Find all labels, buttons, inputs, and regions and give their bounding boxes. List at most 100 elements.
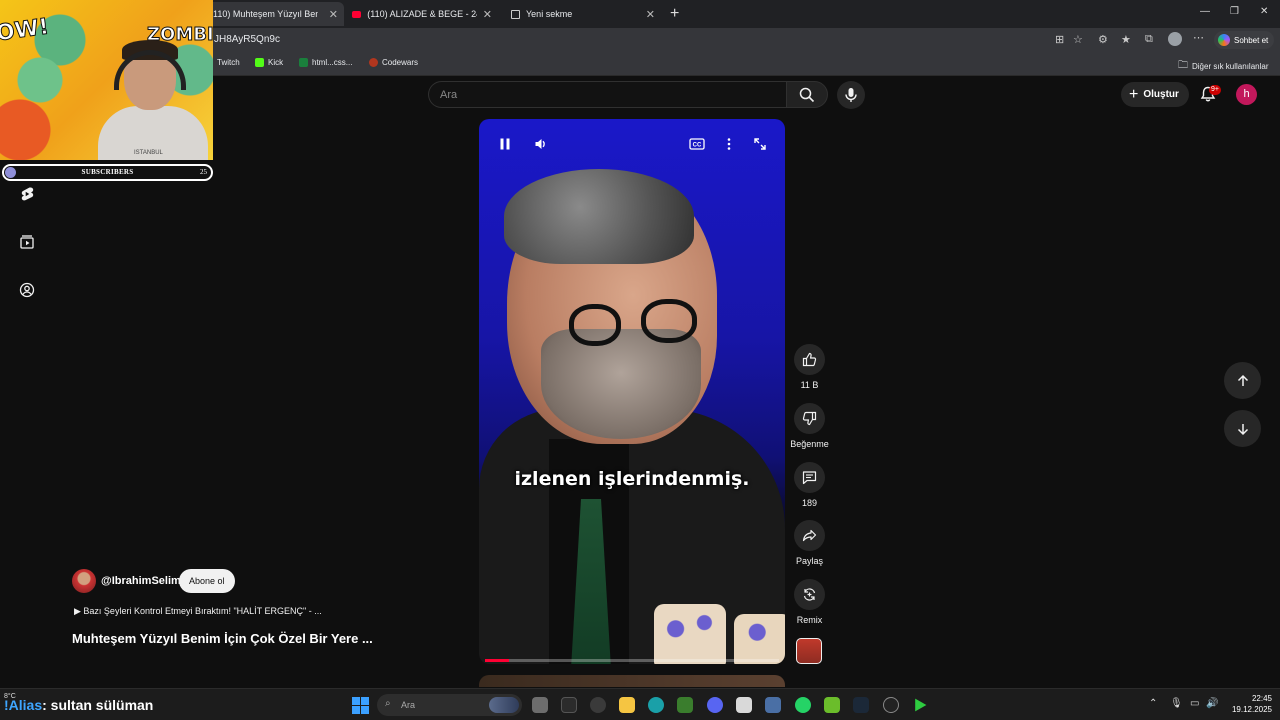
more-options-icon[interactable] — [724, 137, 734, 151]
closed-captions-icon[interactable]: CC — [689, 137, 705, 151]
microphone-tray-icon[interactable]: 🎙 — [1170, 698, 1183, 709]
arrow-down-icon — [1237, 423, 1248, 435]
short-title[interactable]: Muhteşem Yüzyıl Benim İçin Çok Özel Bir … — [72, 631, 373, 646]
clock-date: 19.12.2025 — [1231, 705, 1272, 714]
favorites-icon[interactable]: ★ — [1121, 33, 1131, 46]
next-short-preview[interactable] — [479, 675, 785, 687]
whatsapp-icon[interactable] — [795, 697, 811, 713]
fullscreen-icon[interactable] — [753, 137, 767, 151]
channel-name[interactable]: @IbrahimSelim — [101, 575, 181, 587]
shorts-icon[interactable] — [19, 186, 35, 202]
steam-icon[interactable] — [853, 697, 869, 713]
nvidia-icon[interactable] — [677, 697, 693, 713]
obs-icon[interactable] — [883, 697, 899, 713]
bookmark-codewars[interactable]: Codewars — [369, 58, 418, 67]
video-progress-bar[interactable] — [485, 659, 779, 662]
remix-icon — [803, 588, 816, 601]
snipping-tool-icon[interactable] — [736, 697, 752, 713]
bookmark-kick[interactable]: Kick — [255, 58, 283, 67]
stream-alias-text: !Alias: sultan sülüman — [4, 697, 153, 713]
next-short-button[interactable] — [1224, 410, 1261, 447]
other-bookmarks[interactable]: 🗀 Diğer sık kullanılanlar — [1178, 58, 1268, 75]
tab-alizade[interactable]: (110) ALIZADE & BEGE - 24/7 (Offi ✕ — [346, 2, 498, 26]
bookmark-label: Twitch — [217, 58, 240, 67]
vscode-icon[interactable] — [765, 697, 781, 713]
app-green-icon[interactable] — [824, 697, 840, 713]
comments-button[interactable] — [794, 462, 825, 493]
remix-action[interactable]: Remix — [793, 579, 826, 625]
close-tab-icon[interactable]: ✕ — [483, 8, 492, 21]
more-menu-icon[interactable]: ⋯ — [1193, 31, 1204, 44]
search-button[interactable] — [786, 81, 828, 108]
minimize-icon[interactable]: — — [1200, 6, 1210, 17]
close-tab-icon[interactable]: ✕ — [329, 8, 338, 21]
shorts-video-player[interactable]: izlenen işlerindenmiş. CC — [479, 119, 785, 664]
account-avatar[interactable]: h — [1236, 84, 1257, 105]
subscriptions-icon[interactable] — [19, 234, 35, 250]
app-icon[interactable] — [561, 697, 577, 713]
dislike-button[interactable] — [794, 403, 825, 434]
page-icon — [511, 9, 520, 19]
new-tab-icon[interactable]: + — [670, 5, 679, 23]
copilot-chat-button[interactable]: Sohbet et — [1214, 31, 1275, 49]
comment-count: 189 — [801, 498, 818, 508]
comments-action[interactable]: 189 — [793, 462, 826, 508]
create-button[interactable]: + Oluştur — [1121, 82, 1189, 107]
comment-icon — [802, 471, 817, 485]
sound-source-thumbnail[interactable] — [796, 638, 822, 664]
restore-icon[interactable]: ❐ — [1230, 6, 1239, 17]
url-field[interactable]: JH8AyR5Qn9c — [214, 34, 280, 45]
dislike-action[interactable]: Beğenme — [790, 403, 829, 449]
tab-muhtesem[interactable]: (110) Muhteşem Yüzyıl Benim ✕ — [204, 2, 344, 26]
alias-prefix: !Alias — [4, 697, 43, 713]
edge-icon[interactable] — [648, 697, 664, 713]
profile-icon[interactable] — [1168, 32, 1182, 46]
previous-short-button[interactable] — [1224, 362, 1261, 399]
tray-expand-icon[interactable]: ⌃ — [1149, 698, 1157, 709]
close-window-icon[interactable]: ✕ — [1260, 6, 1268, 17]
subscribe-button[interactable]: Abone ol — [179, 569, 235, 593]
voice-search-button[interactable] — [837, 81, 865, 109]
split-screen-icon[interactable]: ⊞ — [1055, 33, 1064, 46]
like-count: 11 B — [800, 380, 819, 390]
start-menu-icon[interactable] — [352, 697, 369, 714]
video-person-glasses-left — [569, 304, 621, 346]
speaker-icon[interactable]: 🔊 — [1206, 698, 1218, 709]
related-video-link[interactable]: ▶ Bazı Şeyleri Kontrol Etmeyi Bıraktım! … — [74, 606, 322, 617]
subscribers-count: 25 — [200, 168, 207, 176]
channel-avatar[interactable] — [72, 569, 96, 593]
bookmark-html-css[interactable]: html...css... — [299, 58, 352, 67]
collections-icon[interactable]: ⧉ — [1145, 33, 1153, 46]
task-view-icon[interactable] — [532, 697, 548, 713]
display-icon[interactable]: ▭ — [1190, 698, 1199, 709]
w3-icon — [299, 58, 308, 67]
like-action[interactable]: 11 B — [793, 344, 826, 390]
share-action[interactable]: Paylaş — [793, 520, 826, 566]
favorite-star-icon[interactable]: ☆ — [1073, 33, 1083, 46]
bookmark-twitch[interactable]: Twitch — [217, 58, 240, 67]
like-button[interactable] — [794, 344, 825, 375]
search-input[interactable]: Ara — [428, 81, 786, 108]
play-app-icon[interactable] — [915, 698, 927, 712]
system-clock[interactable]: 22:45 19.12.2025 — [1228, 693, 1272, 715]
subscribers-label: SUBSCRIBERS — [81, 168, 134, 176]
folder-icon: 🗀 — [1178, 60, 1188, 71]
you-profile-icon[interactable] — [19, 282, 35, 298]
file-explorer-icon[interactable] — [619, 697, 635, 713]
microphone-icon — [845, 88, 857, 102]
create-label: Oluştur — [1143, 89, 1179, 100]
thumbs-down-icon — [802, 411, 817, 426]
dislike-label: Beğenme — [790, 439, 829, 449]
tab-yeni-sekme[interactable]: Yeni sekme ✕ — [505, 2, 661, 26]
close-tab-icon[interactable]: ✕ — [646, 8, 655, 21]
extensions-icon[interactable]: ⚙ — [1098, 33, 1108, 46]
chatgpt-icon[interactable] — [590, 697, 606, 713]
taskbar-search[interactable]: ⌕ Ara — [377, 694, 522, 716]
copilot-label: Sohbet et — [1234, 35, 1269, 45]
volume-icon[interactable] — [534, 137, 548, 151]
remix-button[interactable] — [794, 579, 825, 610]
pause-icon[interactable] — [498, 137, 512, 151]
other-bookmarks-label: Diğer sık kullanılanlar — [1192, 62, 1269, 71]
discord-icon[interactable] — [707, 697, 723, 713]
share-button[interactable] — [794, 520, 825, 551]
